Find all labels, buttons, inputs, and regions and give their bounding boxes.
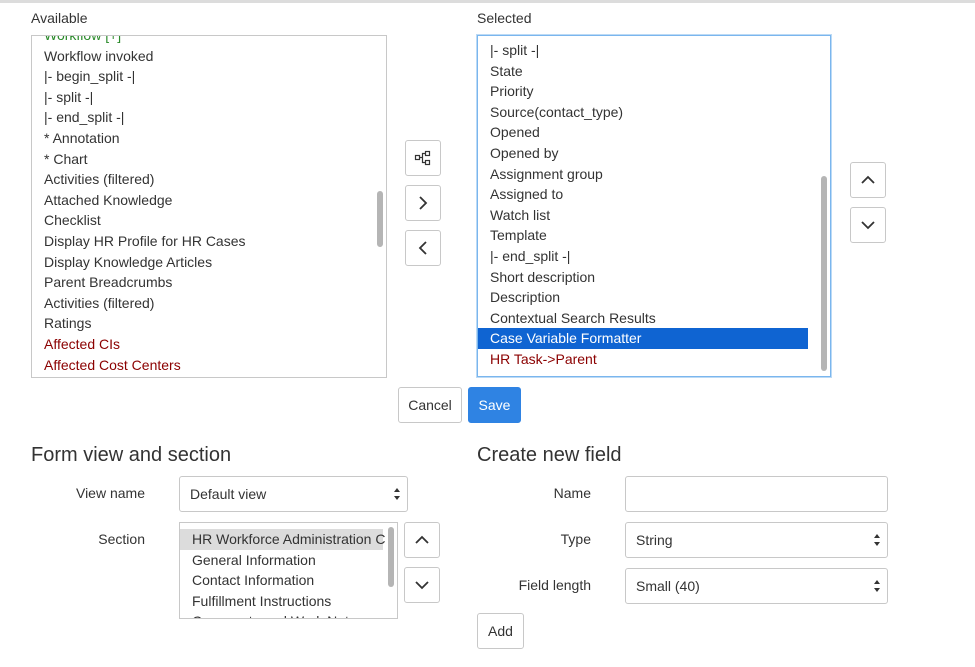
section-list-item[interactable]: Comments and Work Notes	[180, 611, 383, 618]
section-up-button[interactable]	[404, 522, 440, 558]
available-list-item[interactable]: Activities (filtered)	[32, 169, 386, 190]
selected-list-item[interactable]: Opened by	[478, 143, 808, 164]
available-scrollbar[interactable]	[377, 191, 383, 247]
available-list-item[interactable]: * Chart	[32, 149, 386, 170]
move-up-button[interactable]	[850, 162, 886, 198]
selected-list-item[interactable]: Assigned to	[478, 184, 808, 205]
save-button[interactable]: Save	[468, 387, 521, 423]
selected-list-item[interactable]: |- end_split -|	[478, 246, 808, 267]
available-list-item[interactable]: |- begin_split -|	[32, 66, 386, 87]
name-input[interactable]	[625, 476, 888, 512]
formatter-button[interactable]	[405, 140, 441, 176]
view-name-select[interactable]: Default view	[179, 476, 408, 512]
selected-list-item[interactable]: Watch list	[478, 205, 808, 226]
chevron-up-icon	[415, 533, 429, 547]
section-list-item[interactable]: Fulfillment Instructions	[180, 591, 383, 612]
select-arrows-icon	[874, 580, 880, 592]
available-list-item[interactable]: |- end_split -|	[32, 107, 386, 128]
select-arrows-icon	[394, 488, 400, 500]
available-list-item[interactable]: Display Knowledge Articles	[32, 252, 386, 273]
selected-list-item[interactable]: Description	[478, 287, 808, 308]
section-down-button[interactable]	[404, 567, 440, 603]
create-field-heading: Create new field	[477, 444, 622, 466]
move-down-button[interactable]	[850, 207, 886, 243]
chevron-left-icon	[416, 241, 430, 255]
available-list-item[interactable]: Workflow invoked	[32, 46, 386, 67]
form-view-heading: Form view and section	[31, 444, 232, 466]
section-label: Section	[98, 531, 145, 547]
selected-list-item[interactable]: Short description	[478, 267, 808, 288]
section-list-item[interactable]: Contact Information	[180, 570, 383, 591]
selected-list-item[interactable]: HR Task->Parent	[478, 349, 808, 370]
view-name-value: Default view	[190, 486, 267, 502]
available-list-item[interactable]: Affected CIs	[32, 334, 386, 355]
available-list-item[interactable]: Affected Cost Centers	[32, 355, 386, 376]
available-list-item[interactable]: Workflow [+]	[32, 36, 386, 46]
cancel-button[interactable]: Cancel	[398, 387, 462, 423]
field-length-value: Small (40)	[636, 578, 700, 594]
formatter-tree-icon	[414, 149, 432, 167]
section-list-item[interactable]: General Information	[180, 550, 383, 571]
remove-from-selected-button[interactable]	[405, 230, 441, 266]
name-label: Name	[553, 485, 591, 501]
selected-list-item[interactable]: Priority	[478, 81, 808, 102]
top-divider	[0, 0, 975, 3]
section-scrollbar[interactable]	[388, 527, 394, 587]
chevron-up-icon	[861, 173, 875, 187]
add-to-selected-button[interactable]	[405, 185, 441, 221]
selected-scrollbar[interactable]	[821, 176, 827, 371]
section-list-item[interactable]: HR Workforce Administration C	[180, 529, 385, 550]
selected-list[interactable]: |- split -| State Priority Source(contact_t…	[477, 35, 831, 377]
type-value: String	[636, 532, 673, 548]
available-label: Available	[31, 10, 88, 26]
available-list[interactable]: Workflow [+] Workflow invoked |- begin_spl…	[31, 35, 387, 378]
selected-list-item[interactable]: Case Variable Formatter	[478, 328, 808, 349]
chevron-right-icon	[416, 196, 430, 210]
type-select[interactable]: String	[625, 522, 888, 558]
available-list-item[interactable]: |- split -|	[32, 87, 386, 108]
available-list-item[interactable]: Parent Breadcrumbs	[32, 272, 386, 293]
field-length-select[interactable]: Small (40)	[625, 568, 888, 604]
selected-list-item[interactable]: Contextual Search Results	[478, 308, 808, 329]
selected-label: Selected	[477, 10, 532, 26]
field-length-label: Field length	[518, 577, 591, 593]
section-list[interactable]: HR Workforce Administration C General Inf…	[179, 522, 398, 619]
selected-list-item[interactable]: Opened	[478, 122, 808, 143]
available-list-item[interactable]: * Annotation	[32, 128, 386, 149]
available-list-item[interactable]: Activities (filtered)	[32, 293, 386, 314]
selected-list-item[interactable]: Template	[478, 225, 808, 246]
selected-list-item[interactable]: Source(contact_type)	[478, 102, 808, 123]
available-list-item[interactable]: Ratings	[32, 313, 386, 334]
available-list-item[interactable]: Checklist	[32, 210, 386, 231]
chevron-down-icon	[861, 218, 875, 232]
selected-list-item[interactable]: State	[478, 61, 808, 82]
available-list-item[interactable]: Attached Knowledge	[32, 190, 386, 211]
selected-list-item[interactable]: |- split -|	[478, 40, 808, 61]
type-label: Type	[560, 531, 591, 547]
chevron-down-icon	[415, 578, 429, 592]
add-button[interactable]: Add	[477, 613, 524, 649]
view-name-label: View name	[75, 485, 145, 501]
available-list-item[interactable]: Display HR Profile for HR Cases	[32, 231, 386, 252]
selected-list-item[interactable]: Assignment group	[478, 164, 808, 185]
select-arrows-icon	[874, 534, 880, 546]
